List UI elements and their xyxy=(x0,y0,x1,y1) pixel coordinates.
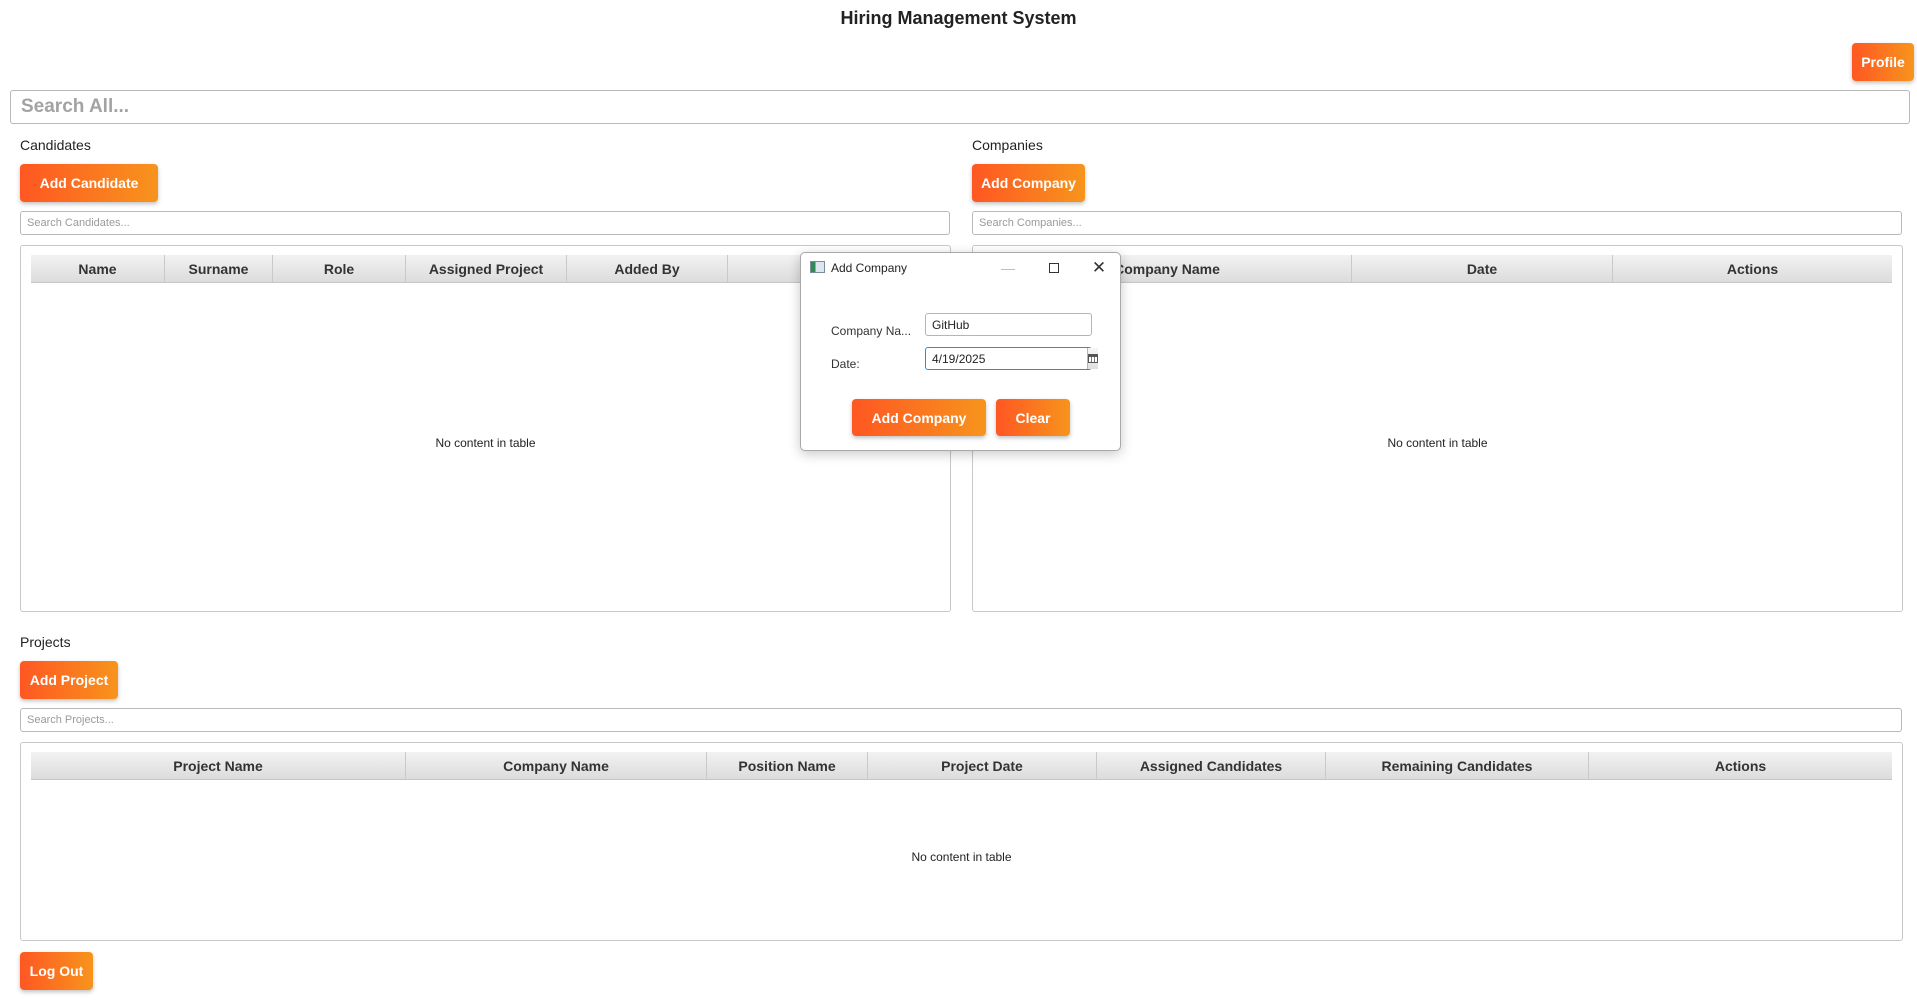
company-name-field[interactable] xyxy=(925,313,1092,336)
column-header-project-name[interactable]: Project Name xyxy=(31,752,406,779)
close-icon[interactable]: ✕ xyxy=(1077,253,1121,283)
dialog-clear-button[interactable]: Clear xyxy=(996,399,1070,436)
column-header-position-name[interactable]: Position Name xyxy=(707,752,868,779)
app-window-icon xyxy=(810,261,825,273)
add-company-button[interactable]: Add Company xyxy=(972,164,1085,202)
minimize-icon[interactable]: — xyxy=(986,253,1030,283)
calendar-icon[interactable] xyxy=(1087,348,1098,369)
company-name-label: Company Na... xyxy=(831,324,912,338)
search-all-input[interactable] xyxy=(10,90,1910,124)
column-header-actions[interactable]: Actions xyxy=(1589,752,1892,779)
search-candidates-input[interactable] xyxy=(20,211,950,235)
profile-button[interactable]: Profile xyxy=(1852,43,1914,81)
column-header-actions[interactable]: Actions xyxy=(1613,255,1892,282)
projects-table-header: Project Name Company Name Position Name … xyxy=(31,752,1892,780)
search-companies-input[interactable] xyxy=(972,211,1902,235)
column-header-role[interactable]: Role xyxy=(273,255,406,282)
column-header-remaining-candidates[interactable]: Remaining Candidates xyxy=(1326,752,1589,779)
companies-label: Companies xyxy=(972,137,1043,153)
add-candidate-button[interactable]: Add Candidate xyxy=(20,164,158,202)
projects-table: Project Name Company Name Position Name … xyxy=(20,742,1903,941)
projects-label: Projects xyxy=(20,634,71,650)
column-header-surname[interactable]: Surname xyxy=(165,255,273,282)
candidates-label: Candidates xyxy=(20,137,91,153)
column-header-assigned-project[interactable]: Assigned Project xyxy=(406,255,567,282)
column-header-company-name[interactable]: Company Name xyxy=(406,752,707,779)
logout-button[interactable]: Log Out xyxy=(20,952,93,990)
add-project-button[interactable]: Add Project xyxy=(20,661,118,699)
date-label: Date: xyxy=(831,357,860,371)
column-header-project-date[interactable]: Project Date xyxy=(868,752,1097,779)
page-title: Hiring Management System xyxy=(840,8,1077,28)
maximize-icon[interactable] xyxy=(1032,253,1076,283)
date-picker[interactable] xyxy=(925,347,1098,370)
add-company-dialog: Add Company — ✕ Company Na... Date: Add … xyxy=(800,252,1121,451)
column-header-date[interactable]: Date xyxy=(1352,255,1613,282)
search-projects-input[interactable] xyxy=(20,708,1902,732)
projects-empty-message: No content in table xyxy=(911,850,1012,864)
dialog-titlebar[interactable]: Add Company — ✕ xyxy=(801,253,1120,283)
date-field[interactable] xyxy=(926,348,1087,369)
column-header-assigned-candidates[interactable]: Assigned Candidates xyxy=(1097,752,1326,779)
dialog-add-company-button[interactable]: Add Company xyxy=(852,399,986,436)
app-window: Hiring Management System Profile Candida… xyxy=(0,0,1917,1005)
column-header-added-by[interactable]: Added By xyxy=(567,255,728,282)
column-header-name[interactable]: Name xyxy=(31,255,165,282)
dialog-title: Add Company xyxy=(831,261,908,275)
